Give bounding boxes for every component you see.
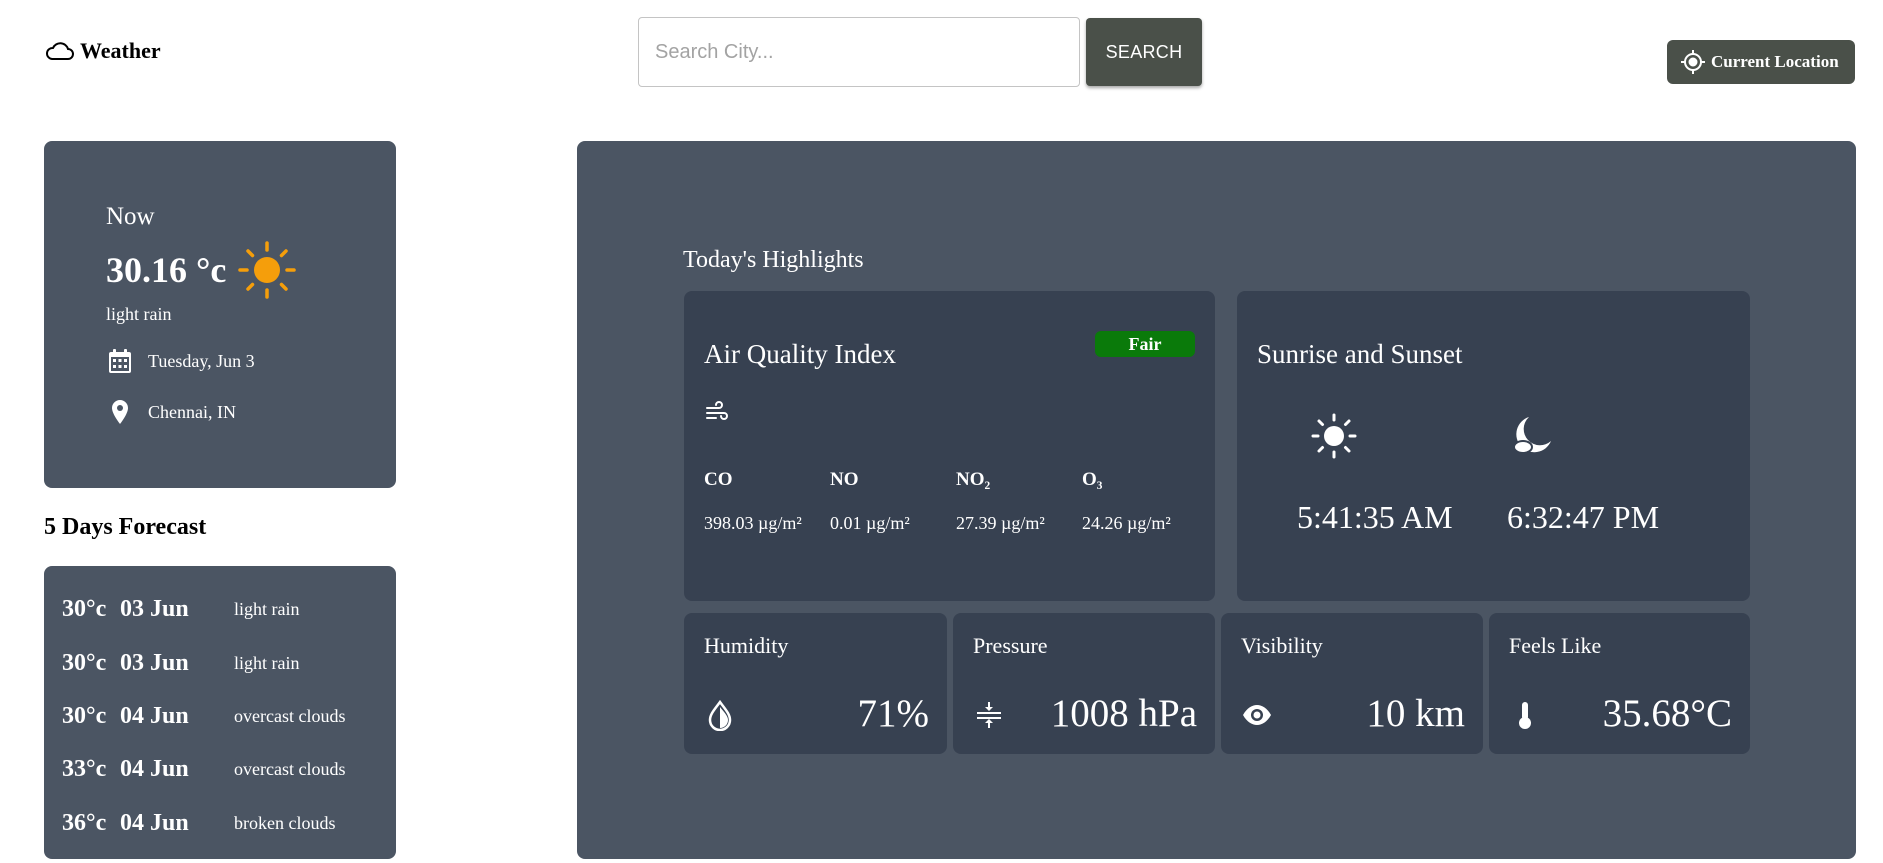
- highlights-panel: Today's Highlights Air Quality Index Fai…: [577, 141, 1856, 859]
- pressure-value: 1008 hPa: [1050, 692, 1197, 735]
- aqi-status-badge: Fair: [1095, 331, 1195, 357]
- pollutant-value: 0.01 µg/m²: [830, 513, 910, 533]
- aqi-title: Air Quality Index: [704, 339, 896, 369]
- water-drop-icon: [708, 699, 732, 731]
- pollutant-value: 398.03 µg/m²: [704, 513, 802, 533]
- current-location-label: Current Location: [1711, 52, 1839, 71]
- search-input[interactable]: [638, 17, 1080, 87]
- sunrise-time: 5:41:35 AM: [1297, 499, 1453, 535]
- sunset-block: 6:32:47 PM: [1507, 411, 1659, 536]
- pollutant-name: CO: [704, 469, 733, 490]
- forecast-temp: 36°c: [62, 809, 107, 836]
- sunset-time: 6:32:47 PM: [1507, 499, 1660, 535]
- forecast-date: 03 Jun: [120, 649, 189, 676]
- current-location-row: Chennai, IN: [106, 398, 236, 426]
- current-location-button[interactable]: Current Location: [1667, 40, 1855, 84]
- app-logo: Weather: [44, 38, 161, 64]
- feels-like-label: Feels Like: [1509, 633, 1602, 658]
- pollutant-value: 27.39 µg/m²: [956, 513, 1045, 533]
- air-quality-card: Air Quality Index Fair CO 398.03 µg/m² N…: [684, 291, 1215, 601]
- sunrise-sunset-card: Sunrise and Sunset 5:41:35 AM 6:32:47 PM: [1237, 291, 1750, 601]
- forecast-temp: 30°c: [62, 596, 107, 623]
- location-pin-icon: [112, 400, 128, 424]
- gps-icon: [1681, 50, 1705, 74]
- calendar-icon: [109, 349, 131, 373]
- pollutant-no: NO 0.01 µg/m²: [830, 469, 956, 534]
- pollutant-list: CO 398.03 µg/m² NO 0.01 µg/m² NO₂ 27.39 …: [704, 469, 1208, 534]
- forecast-desc: light rain: [234, 599, 300, 620]
- pollutant-name: NO: [830, 469, 859, 490]
- current-weather-card: Now 30.16 °c light rain Tuesday, Jun 3 C…: [44, 141, 396, 488]
- forecast-desc: broken clouds: [234, 812, 336, 833]
- highlights-title: Today's Highlights: [683, 247, 864, 273]
- feels-like-value: 35.68°C: [1602, 692, 1732, 735]
- forecast-list: 30°c 03 Jun light rain 30°c 03 Jun light…: [44, 566, 396, 859]
- current-date-row: Tuesday, Jun 3: [106, 347, 255, 375]
- current-description: light rain: [106, 304, 172, 324]
- forecast-title: 5 Days Forecast: [44, 514, 207, 540]
- visibility-card: Visibility 10 km: [1221, 613, 1483, 754]
- moon-icon: [1513, 417, 1551, 454]
- cloud-icon: [46, 42, 74, 60]
- wind-icon: [706, 401, 728, 420]
- sun-icon: [238, 241, 297, 299]
- app-title: Weather: [80, 38, 161, 63]
- humidity-value: 71%: [857, 692, 930, 735]
- pollutant-no2: NO₂ 27.39 µg/m²: [956, 469, 1082, 534]
- pollutant-name: NO₂: [956, 469, 991, 490]
- pollutant-co: CO 398.03 µg/m²: [704, 469, 830, 534]
- sun-title: Sunrise and Sunset: [1257, 339, 1463, 369]
- pollutant-value: 24.26 µg/m²: [1082, 513, 1171, 533]
- sunrise-block: 5:41:35 AM: [1297, 411, 1453, 536]
- current-location: Chennai, IN: [148, 401, 236, 422]
- forecast-desc: overcast clouds: [234, 759, 346, 780]
- pollutant-name: O₃: [1082, 469, 1103, 490]
- forecast-date: 03 Jun: [120, 596, 189, 623]
- forecast-row: 33°c 04 Jun overcast clouds: [44, 743, 396, 796]
- feels-like-card: Feels Like 35.68°C: [1489, 613, 1750, 754]
- visibility-value: 10 km: [1366, 692, 1465, 735]
- forecast-date: 04 Jun: [120, 809, 189, 836]
- sunrise-icon: [1311, 413, 1357, 459]
- forecast-desc: light rain: [234, 652, 300, 673]
- forecast-desc: overcast clouds: [234, 705, 346, 726]
- forecast-temp: 30°c: [62, 649, 107, 676]
- search-button[interactable]: SEARCH: [1086, 18, 1202, 86]
- forecast-temp: 33°c: [62, 756, 107, 783]
- thermometer-icon: [1519, 702, 1531, 729]
- pressure-label: Pressure: [973, 633, 1048, 658]
- eye-icon: [1243, 705, 1271, 725]
- forecast-row: 36°c 04 Jun broken clouds: [44, 797, 396, 850]
- current-temperature: 30.16 °c: [106, 241, 297, 299]
- pressure-card: Pressure 1008 hPa: [953, 613, 1215, 754]
- search-bar: SEARCH: [638, 17, 1202, 87]
- current-date: Tuesday, Jun 3: [148, 350, 255, 371]
- visibility-label: Visibility: [1241, 633, 1323, 658]
- forecast-row: 30°c 03 Jun light rain: [44, 636, 396, 689]
- forecast-temp: 30°c: [62, 702, 107, 729]
- current-temperature-value: 30.16 °c: [106, 250, 227, 290]
- now-label: Now: [106, 203, 155, 230]
- compress-icon: [977, 702, 1001, 728]
- humidity-label: Humidity: [704, 633, 789, 658]
- forecast-row: 30°c 03 Jun light rain: [44, 583, 396, 636]
- forecast-date: 04 Jun: [120, 756, 189, 783]
- pollutant-o3: O₃ 24.26 µg/m²: [1082, 469, 1208, 534]
- forecast-row: 30°c 04 Jun overcast clouds: [44, 690, 396, 743]
- forecast-date: 04 Jun: [120, 702, 189, 729]
- humidity-card: Humidity 71%: [684, 613, 947, 754]
